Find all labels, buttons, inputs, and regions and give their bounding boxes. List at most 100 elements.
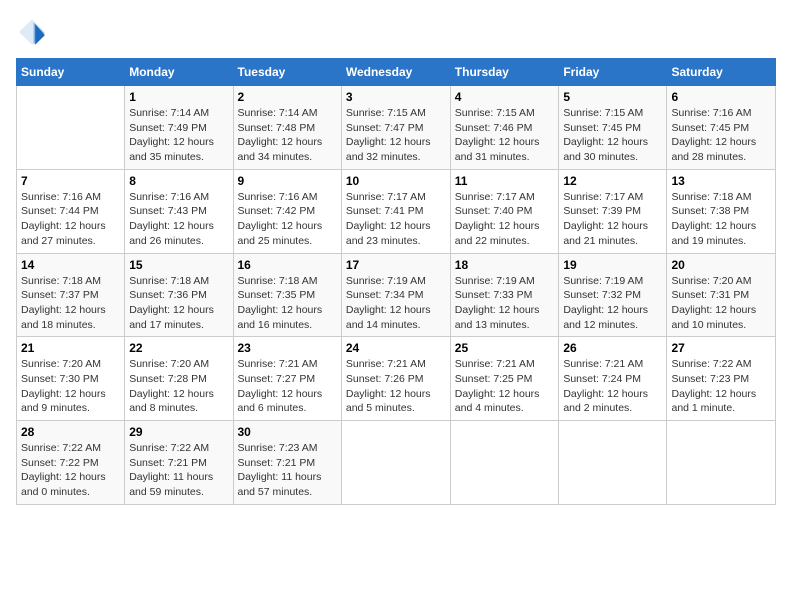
- day-info: Sunrise: 7:16 AM Sunset: 7:44 PM Dayligh…: [21, 190, 120, 249]
- day-number: 2: [238, 90, 337, 104]
- day-info: Sunrise: 7:22 AM Sunset: 7:21 PM Dayligh…: [129, 441, 228, 500]
- calendar-cell: 6 Sunrise: 7:16 AM Sunset: 7:45 PM Daylig…: [667, 86, 776, 170]
- calendar-cell: [17, 86, 125, 170]
- day-number: 16: [238, 258, 337, 272]
- day-number: 20: [671, 258, 771, 272]
- calendar-header: SundayMondayTuesdayWednesdayThursdayFrid…: [17, 59, 776, 86]
- calendar-cell: 19 Sunrise: 7:19 AM Sunset: 7:32 PM Dayli…: [559, 253, 667, 337]
- day-info: Sunrise: 7:21 AM Sunset: 7:24 PM Dayligh…: [563, 357, 662, 416]
- day-info: Sunrise: 7:16 AM Sunset: 7:42 PM Dayligh…: [238, 190, 337, 249]
- calendar-cell: 30 Sunrise: 7:23 AM Sunset: 7:21 PM Dayli…: [233, 421, 341, 505]
- day-info: Sunrise: 7:21 AM Sunset: 7:27 PM Dayligh…: [238, 357, 337, 416]
- calendar-cell: 16Sunrise: 7:18 AM Sunset: 7:35 PM Dayli…: [233, 253, 341, 337]
- calendar-cell: 17Sunrise: 7:19 AM Sunset: 7:34 PM Dayli…: [341, 253, 450, 337]
- day-number: 1: [129, 90, 228, 104]
- logo-icon: [16, 16, 48, 48]
- calendar-cell: 26 Sunrise: 7:21 AM Sunset: 7:24 PM Dayli…: [559, 337, 667, 421]
- day-info: Sunrise: 7:15 AM Sunset: 7:47 PM Dayligh…: [346, 106, 446, 165]
- calendar-cell: 20 Sunrise: 7:20 AM Sunset: 7:31 PM Dayli…: [667, 253, 776, 337]
- logo: [16, 16, 52, 48]
- calendar-cell: 9 Sunrise: 7:16 AM Sunset: 7:42 PM Daylig…: [233, 169, 341, 253]
- calendar-cell: 10 Sunrise: 7:17 AM Sunset: 7:41 PM Dayli…: [341, 169, 450, 253]
- calendar-cell: [667, 421, 776, 505]
- day-number: 21: [21, 341, 120, 355]
- calendar-cell: 28 Sunrise: 7:22 AM Sunset: 7:22 PM Dayli…: [17, 421, 125, 505]
- day-info: Sunrise: 7:14 AM Sunset: 7:48 PM Dayligh…: [238, 106, 337, 165]
- calendar-cell: [450, 421, 559, 505]
- day-number: 9: [238, 174, 337, 188]
- day-info: Sunrise: 7:18 AM Sunset: 7:37 PM Dayligh…: [21, 274, 120, 333]
- calendar-cell: 3 Sunrise: 7:15 AM Sunset: 7:47 PM Daylig…: [341, 86, 450, 170]
- calendar-cell: 27 Sunrise: 7:22 AM Sunset: 7:23 PM Dayli…: [667, 337, 776, 421]
- day-number: 4: [455, 90, 555, 104]
- weekday-header: Tuesday: [233, 59, 341, 86]
- day-number: 26: [563, 341, 662, 355]
- day-info: Sunrise: 7:17 AM Sunset: 7:40 PM Dayligh…: [455, 190, 555, 249]
- day-number: 22: [129, 341, 228, 355]
- day-number: 7: [21, 174, 120, 188]
- day-info: Sunrise: 7:17 AM Sunset: 7:39 PM Dayligh…: [563, 190, 662, 249]
- day-number: 5: [563, 90, 662, 104]
- day-info: Sunrise: 7:18 AM Sunset: 7:36 PM Dayligh…: [129, 274, 228, 333]
- day-info: Sunrise: 7:21 AM Sunset: 7:26 PM Dayligh…: [346, 357, 446, 416]
- calendar-cell: 5 Sunrise: 7:15 AM Sunset: 7:45 PM Daylig…: [559, 86, 667, 170]
- calendar-cell: 14 Sunrise: 7:18 AM Sunset: 7:37 PM Dayli…: [17, 253, 125, 337]
- header: [16, 16, 776, 48]
- calendar-cell: 1 Sunrise: 7:14 AM Sunset: 7:49 PM Daylig…: [125, 86, 233, 170]
- day-number: 11: [455, 174, 555, 188]
- day-number: 25: [455, 341, 555, 355]
- day-info: Sunrise: 7:19 AM Sunset: 7:33 PM Dayligh…: [455, 274, 555, 333]
- day-number: 14: [21, 258, 120, 272]
- day-number: 28: [21, 425, 120, 439]
- calendar-cell: 12 Sunrise: 7:17 AM Sunset: 7:39 PM Dayli…: [559, 169, 667, 253]
- day-info: Sunrise: 7:15 AM Sunset: 7:45 PM Dayligh…: [563, 106, 662, 165]
- day-number: 29: [129, 425, 228, 439]
- calendar-table: SundayMondayTuesdayWednesdayThursdayFrid…: [16, 58, 776, 505]
- calendar-cell: [341, 421, 450, 505]
- calendar-cell: 15 Sunrise: 7:18 AM Sunset: 7:36 PM Dayli…: [125, 253, 233, 337]
- calendar-cell: 4 Sunrise: 7:15 AM Sunset: 7:46 PM Daylig…: [450, 86, 559, 170]
- calendar-cell: 2 Sunrise: 7:14 AM Sunset: 7:48 PM Daylig…: [233, 86, 341, 170]
- weekday-header: Monday: [125, 59, 233, 86]
- calendar-cell: 11 Sunrise: 7:17 AM Sunset: 7:40 PM Dayli…: [450, 169, 559, 253]
- day-number: 30: [238, 425, 337, 439]
- day-info: Sunrise: 7:14 AM Sunset: 7:49 PM Dayligh…: [129, 106, 228, 165]
- day-info: Sunrise: 7:18 AM Sunset: 7:38 PM Dayligh…: [671, 190, 771, 249]
- day-number: 17: [346, 258, 446, 272]
- day-info: Sunrise: 7:20 AM Sunset: 7:31 PM Dayligh…: [671, 274, 771, 333]
- weekday-header: Wednesday: [341, 59, 450, 86]
- day-info: Sunrise: 7:23 AM Sunset: 7:21 PM Dayligh…: [238, 441, 337, 500]
- calendar-cell: 18 Sunrise: 7:19 AM Sunset: 7:33 PM Dayli…: [450, 253, 559, 337]
- day-info: Sunrise: 7:20 AM Sunset: 7:30 PM Dayligh…: [21, 357, 120, 416]
- day-info: Sunrise: 7:15 AM Sunset: 7:46 PM Dayligh…: [455, 106, 555, 165]
- day-number: 3: [346, 90, 446, 104]
- day-info: Sunrise: 7:22 AM Sunset: 7:22 PM Dayligh…: [21, 441, 120, 500]
- calendar-cell: 25 Sunrise: 7:21 AM Sunset: 7:25 PM Dayli…: [450, 337, 559, 421]
- calendar-cell: 29 Sunrise: 7:22 AM Sunset: 7:21 PM Dayli…: [125, 421, 233, 505]
- day-number: 15: [129, 258, 228, 272]
- day-number: 24: [346, 341, 446, 355]
- day-info: Sunrise: 7:16 AM Sunset: 7:45 PM Dayligh…: [671, 106, 771, 165]
- day-info: Sunrise: 7:19 AM Sunset: 7:32 PM Dayligh…: [563, 274, 662, 333]
- day-number: 6: [671, 90, 771, 104]
- day-number: 13: [671, 174, 771, 188]
- day-info: Sunrise: 7:22 AM Sunset: 7:23 PM Dayligh…: [671, 357, 771, 416]
- day-info: Sunrise: 7:17 AM Sunset: 7:41 PM Dayligh…: [346, 190, 446, 249]
- day-number: 10: [346, 174, 446, 188]
- day-number: 19: [563, 258, 662, 272]
- day-number: 12: [563, 174, 662, 188]
- calendar-cell: 8 Sunrise: 7:16 AM Sunset: 7:43 PM Daylig…: [125, 169, 233, 253]
- day-number: 8: [129, 174, 228, 188]
- calendar-cell: 24 Sunrise: 7:21 AM Sunset: 7:26 PM Dayli…: [341, 337, 450, 421]
- calendar-cell: 21 Sunrise: 7:20 AM Sunset: 7:30 PM Dayli…: [17, 337, 125, 421]
- day-number: 23: [238, 341, 337, 355]
- day-info: Sunrise: 7:21 AM Sunset: 7:25 PM Dayligh…: [455, 357, 555, 416]
- calendar-cell: 22Sunrise: 7:20 AM Sunset: 7:28 PM Dayli…: [125, 337, 233, 421]
- weekday-header: Saturday: [667, 59, 776, 86]
- weekday-header: Sunday: [17, 59, 125, 86]
- day-number: 27: [671, 341, 771, 355]
- day-info: Sunrise: 7:16 AM Sunset: 7:43 PM Dayligh…: [129, 190, 228, 249]
- calendar-cell: 7 Sunrise: 7:16 AM Sunset: 7:44 PM Daylig…: [17, 169, 125, 253]
- day-number: 18: [455, 258, 555, 272]
- weekday-header: Thursday: [450, 59, 559, 86]
